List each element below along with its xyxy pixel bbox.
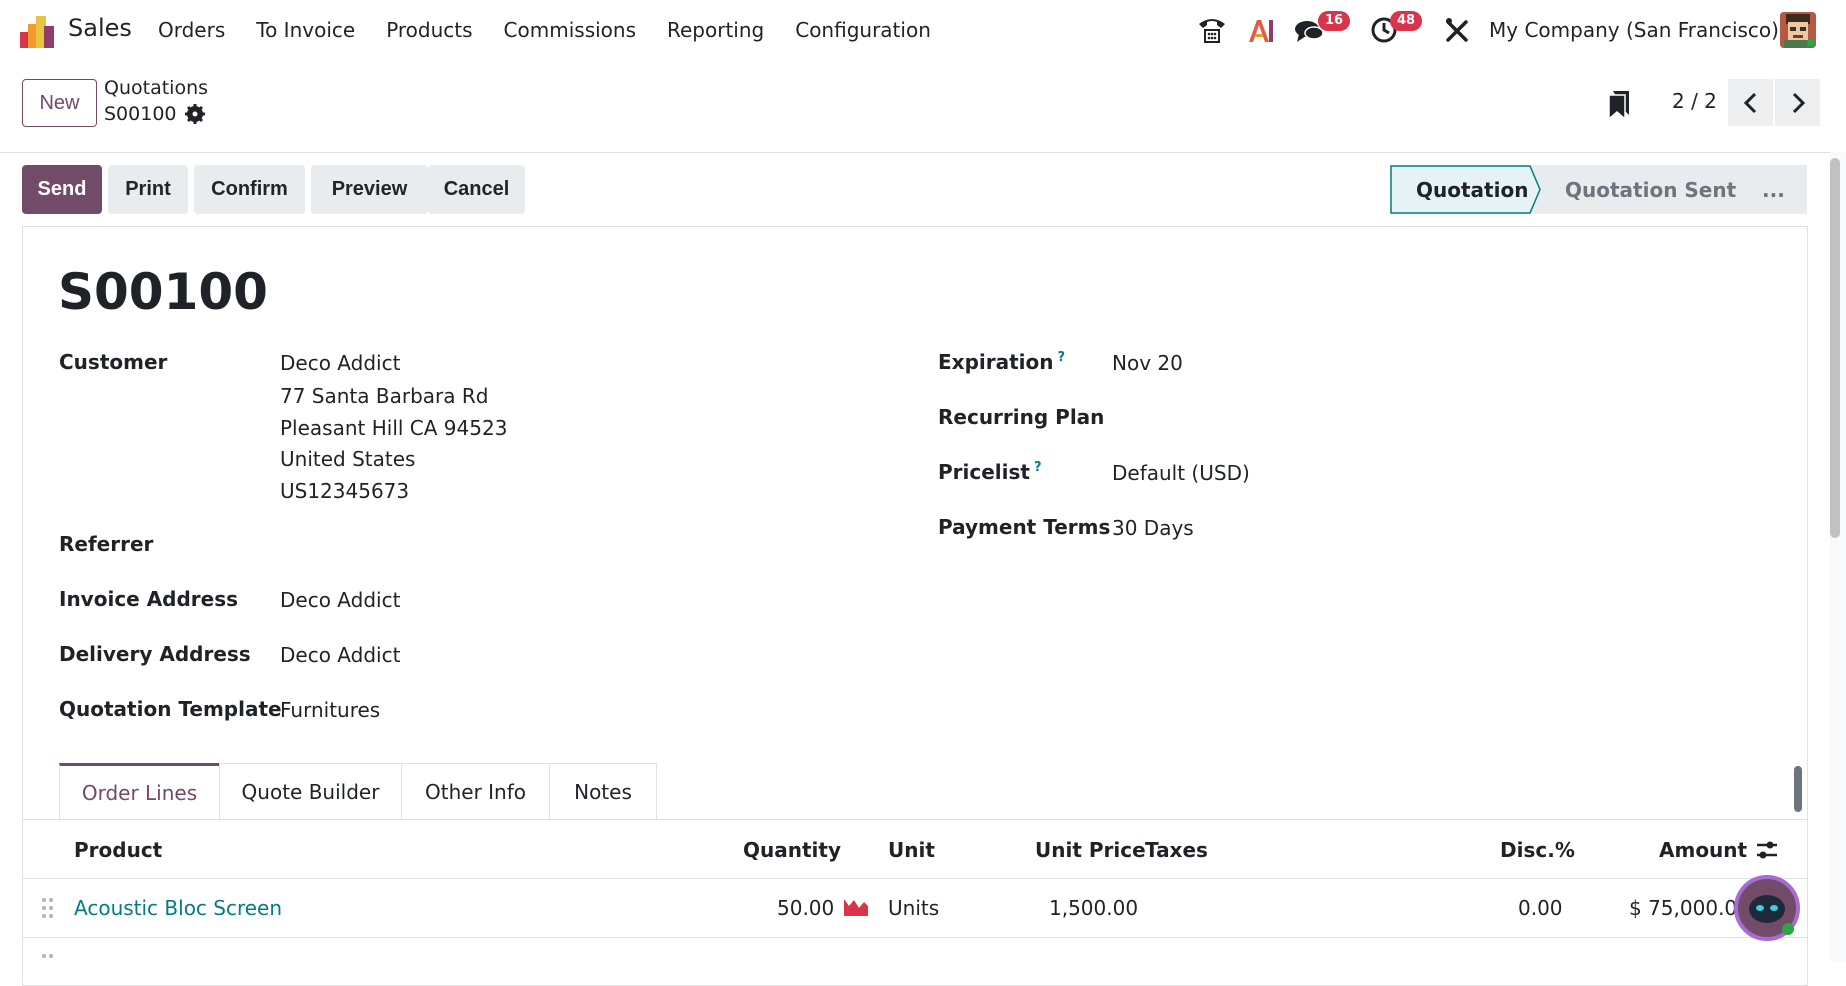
quotation-template-field[interactable]: Furnitures — [280, 698, 380, 722]
drag-handle-icon[interactable] — [41, 952, 55, 962]
print-button[interactable]: Print — [108, 165, 188, 214]
bookmark-icon[interactable] — [1607, 89, 1631, 119]
column-header-product[interactable]: Product — [74, 838, 162, 862]
expiration-field[interactable]: Nov 20 — [1112, 351, 1183, 375]
drag-handle-icon[interactable] — [41, 897, 55, 919]
customer-label: Customer — [59, 350, 168, 374]
row-product[interactable]: Acoustic Bloc Screen — [74, 896, 282, 920]
tab-divider — [22, 819, 1808, 820]
delivery-address-label: Delivery Address — [59, 642, 251, 666]
menu-item-commissions[interactable]: Commissions — [504, 18, 636, 42]
pricelist-label: Pricelist? — [938, 460, 1042, 484]
invoice-address-field[interactable]: Deco Addict — [280, 588, 400, 612]
row-amount: $ 75,000.00 — [1629, 896, 1750, 920]
column-header-taxes[interactable]: Taxes — [1145, 838, 1208, 862]
send-button[interactable]: Send — [22, 165, 102, 214]
livechat-bot-button[interactable] — [1734, 875, 1800, 941]
robot-icon — [1749, 895, 1794, 935]
optional-columns-toggle-icon[interactable] — [1755, 839, 1779, 861]
preview-button[interactable]: Preview — [311, 165, 428, 214]
recurring-plan-label: Recurring Plan — [938, 405, 1105, 429]
payment-terms-field[interactable]: 30 Days — [1112, 516, 1194, 540]
customer-vat: US12345673 — [280, 479, 410, 503]
column-header-amount[interactable]: Amount — [1659, 838, 1747, 862]
row-unit[interactable]: Units — [888, 896, 939, 920]
tab-quote-builder[interactable]: Quote Builder — [219, 763, 402, 820]
column-header-discount[interactable]: Disc.% — [1500, 838, 1575, 862]
chevron-left-icon — [1743, 92, 1756, 113]
delivery-address-field[interactable]: Deco Addict — [280, 643, 400, 667]
customer-street: 77 Santa Barbara Rd — [280, 384, 489, 408]
recurring-plan-field[interactable] — [1112, 405, 1712, 433]
stage-quotation[interactable]: Quotation — [1416, 165, 1528, 214]
customer-country: United States — [280, 447, 416, 471]
column-header-unit-price[interactable]: Unit Price — [1035, 838, 1146, 862]
main-menu: Orders To Invoice Products Commissions R… — [158, 18, 962, 42]
row-unit-price[interactable]: 1,500.00 — [1049, 896, 1138, 920]
debug-tools-icon[interactable] — [1444, 12, 1470, 48]
tab-order-lines[interactable]: Order Lines — [59, 763, 220, 820]
confirm-button[interactable]: Confirm — [194, 165, 305, 214]
forecast-chart-icon[interactable] — [843, 896, 869, 916]
pricelist-label-text: Pricelist — [938, 460, 1030, 484]
pager-value[interactable]: 2 / 2 — [1672, 89, 1717, 113]
header-divider — [0, 152, 1846, 153]
expiration-help-icon[interactable]: ? — [1058, 350, 1066, 365]
row-quantity[interactable]: 50.00 — [777, 896, 834, 920]
cancel-button[interactable]: Cancel — [428, 165, 525, 214]
top-navbar: Sales Orders To Invoice Products Commiss… — [0, 0, 1846, 60]
sales-app-logo-icon[interactable] — [20, 14, 54, 48]
ai-icon[interactable] — [1247, 12, 1275, 48]
app-name[interactable]: Sales — [68, 14, 132, 42]
customer-name[interactable]: Deco Addict — [280, 351, 400, 375]
column-header-quantity[interactable]: Quantity — [743, 838, 841, 862]
menu-item-reporting[interactable]: Reporting — [667, 18, 764, 42]
chevron-right-icon — [1792, 92, 1805, 113]
breadcrumb-quotations[interactable]: Quotations — [104, 77, 208, 99]
customer-city: Pleasant Hill CA 94523 — [280, 416, 508, 440]
user-avatar-icon — [1780, 12, 1816, 48]
pricelist-help-icon[interactable]: ? — [1034, 460, 1042, 475]
invoice-address-label: Invoice Address — [59, 587, 239, 611]
row-divider — [22, 937, 1808, 938]
payment-terms-label: Payment Terms — [938, 515, 1111, 539]
gear-icon[interactable] — [184, 104, 205, 124]
user-avatar[interactable] — [1780, 12, 1816, 48]
breadcrumb: S00100 — [104, 103, 205, 125]
menu-item-to-invoice[interactable]: To Invoice — [256, 18, 355, 42]
menu-item-products[interactable]: Products — [386, 18, 472, 42]
expiration-label: Expiration? — [938, 350, 1065, 374]
menu-item-configuration[interactable]: Configuration — [795, 18, 931, 42]
page-scrollbar[interactable] — [1830, 158, 1840, 538]
new-button[interactable]: New — [22, 79, 97, 127]
referrer-label: Referrer — [59, 532, 154, 556]
breadcrumb-current-record: S00100 — [104, 103, 177, 125]
table-header-divider — [22, 878, 1808, 879]
pager-next-button[interactable] — [1775, 79, 1820, 126]
pager-previous-button[interactable] — [1728, 79, 1773, 126]
pricelist-field[interactable]: Default (USD) — [1112, 461, 1250, 485]
company-switcher[interactable]: My Company (San Francisco) — [1489, 18, 1779, 42]
quotation-template-label: Quotation Template — [59, 697, 282, 721]
tabs-scrollbar[interactable] — [1794, 766, 1802, 812]
column-header-unit[interactable]: Unit — [888, 838, 935, 862]
stage-quotation-sent[interactable]: Quotation Sent — [1565, 165, 1736, 214]
tab-notes[interactable]: Notes — [549, 763, 657, 820]
menu-item-orders[interactable]: Orders — [158, 18, 225, 42]
phone-icon[interactable] — [1197, 12, 1227, 48]
tab-other-info[interactable]: Other Info — [401, 763, 550, 820]
messages-badge: 16 — [1318, 11, 1351, 31]
expiration-label-text: Expiration — [938, 350, 1054, 374]
stage-more-button[interactable]: ... — [1762, 165, 1785, 214]
activities-badge: 48 — [1390, 11, 1423, 31]
record-title: S00100 — [58, 263, 268, 321]
row-discount[interactable]: 0.00 — [1518, 896, 1563, 920]
referrer-field[interactable] — [280, 532, 780, 560]
